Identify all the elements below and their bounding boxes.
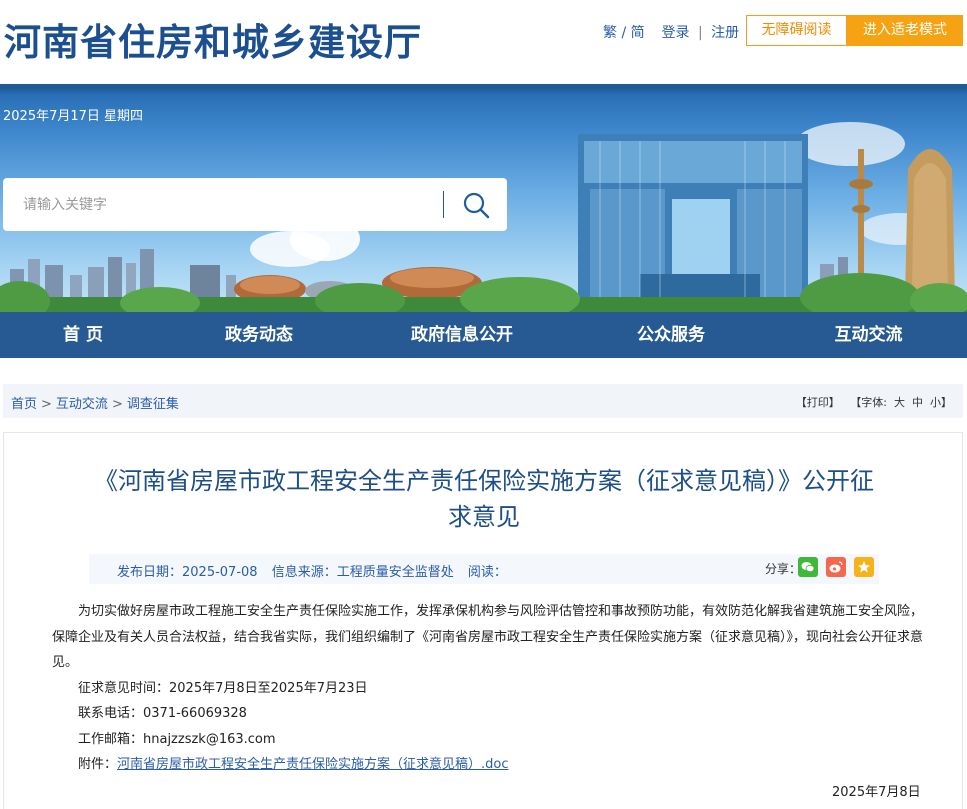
font-size-label-end: 】 <box>941 396 952 409</box>
site-title[interactable]: 河南省住房和城乡建设厅 <box>4 12 422 66</box>
register-link[interactable]: 注册 <box>711 22 739 42</box>
article-meta: 发布日期：2025-07-08 信息来源：工程质量安全监督处 阅读： 分享： <box>89 554 879 584</box>
nav-item-home[interactable]: 首 页 <box>0 312 166 358</box>
breadcrumb-interaction[interactable]: 互动交流 <box>56 397 108 412</box>
nav-item-public-service[interactable]: 公众服务 <box>572 312 770 358</box>
article-container: 《河南省房屋市政工程安全生产责任保险实施方案（征求意见稿）》公开征求意见 发布日… <box>3 432 963 809</box>
weibo-share-button[interactable] <box>826 557 846 577</box>
font-medium-button[interactable]: 中 <box>912 396 923 409</box>
star-icon <box>858 561 870 573</box>
breadcrumb-survey[interactable]: 调查征集 <box>127 397 179 412</box>
banner: 2025年7月17日 星期四 <box>0 84 967 312</box>
top-links: 繁 / 简 登录 | 注册 <box>603 22 739 42</box>
current-date: 2025年7月17日 星期四 <box>3 109 144 124</box>
search-input[interactable] <box>23 193 423 217</box>
search-box <box>3 178 507 231</box>
page-tools: 【打印】 【字体: 大 中 小】 <box>796 394 952 410</box>
font-size-label: 【字体: <box>850 396 887 409</box>
accessibility-button[interactable]: 无障碍阅读 <box>746 15 847 46</box>
info-source: 信息来源：工程质量安全监督处 <box>271 565 454 580</box>
sign-date: 2025年7月8日 <box>832 785 921 800</box>
nav-item-interaction[interactable]: 互动交流 <box>770 312 967 358</box>
font-small-button[interactable]: 小 <box>930 396 941 409</box>
font-large-button[interactable]: 大 <box>894 396 905 409</box>
language-switch-link[interactable]: 繁 / 简 <box>603 22 645 42</box>
search-icon <box>463 192 490 219</box>
attachment-label: 附件： <box>78 757 118 772</box>
search-button[interactable] <box>458 189 494 221</box>
wechat-share-button[interactable] <box>798 557 818 577</box>
favorite-share-button[interactable] <box>854 557 874 577</box>
elderly-mode-button[interactable]: 进入适老模式 <box>847 15 963 46</box>
breadcrumb-separator: > <box>41 397 52 412</box>
consultation-period: 征求意见时间：2025年7月8日至2025年7月23日 <box>78 680 368 696</box>
wechat-icon <box>801 562 815 573</box>
publish-date: 发布日期：2025-07-08 <box>117 565 258 580</box>
read-count: 阅读： <box>467 565 507 580</box>
article-body: 为切实做好房屋市政工程施工安全生产责任保险实施工作，发挥承保机构参与风险评估管控… <box>52 599 932 778</box>
breadcrumb: 首页 > 互动交流 > 调查征集 <box>11 393 179 412</box>
attachment-link[interactable]: 河南省房屋市政工程安全生产责任保险实施方案（征求意见稿）.doc <box>117 757 509 772</box>
nav-item-info-disclosure[interactable]: 政府信息公开 <box>352 312 572 358</box>
article-title: 《河南省房屋市政工程安全生产责任保险实施方案（征求意见稿）》公开征求意见 <box>94 467 874 531</box>
separator: | <box>697 25 703 41</box>
weibo-icon <box>829 561 843 573</box>
nav-item-government-news[interactable]: 政务动态 <box>166 312 352 358</box>
share-label: 分享： <box>765 562 802 576</box>
breadcrumb-home[interactable]: 首页 <box>11 397 37 412</box>
top-bar: 河南省住房和城乡建设厅 繁 / 简 登录 | 注册 无障碍阅读 进入适老模式 <box>0 0 967 84</box>
contact-email: 工作邮箱：hnajzzszk@163.com <box>78 731 276 747</box>
print-button[interactable]: 【打印】 <box>796 396 840 409</box>
main-nav: 首 页 政务动态 政府信息公开 公众服务 互动交流 <box>0 312 967 358</box>
breadcrumb-bar: 首页 > 互动交流 > 调查征集 【打印】 【字体: 大 中 小】 <box>3 384 963 418</box>
login-link[interactable]: 登录 <box>662 22 690 42</box>
breadcrumb-separator: > <box>111 397 123 412</box>
search-divider <box>443 191 444 218</box>
attachment-line: 附件：河南省房屋市政工程安全生产责任保险实施方案（征求意见稿）.doc <box>52 752 932 778</box>
article-paragraph: 为切实做好房屋市政工程施工安全生产责任保险实施工作，发挥承保机构参与风险评估管控… <box>52 604 924 670</box>
contact-phone: 联系电话：0371-66069328 <box>78 706 247 721</box>
